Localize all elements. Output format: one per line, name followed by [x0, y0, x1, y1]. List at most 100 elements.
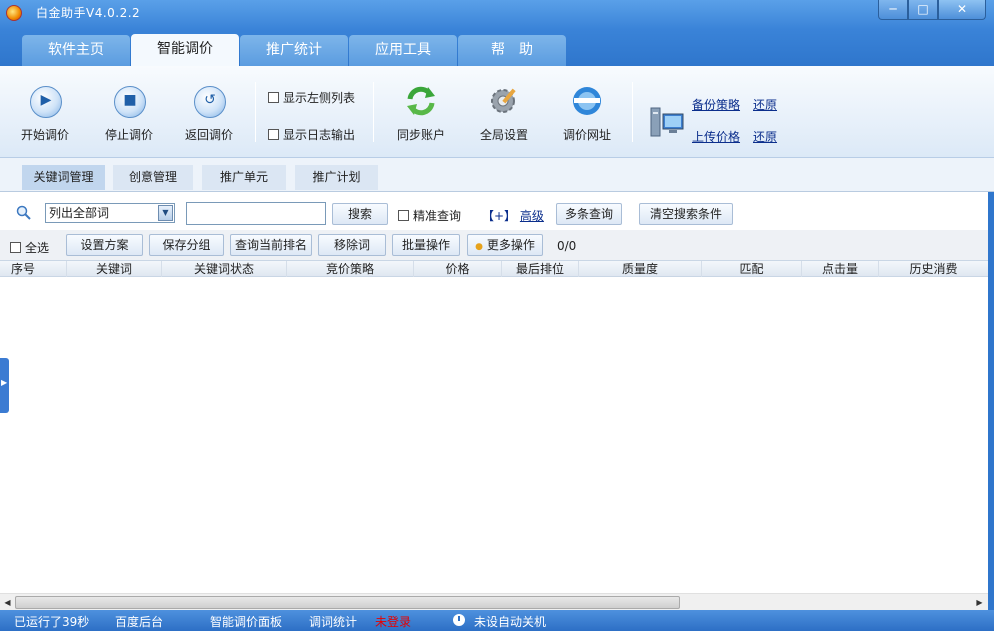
price-url-button[interactable]: 调价网址 [552, 66, 622, 156]
window-title: 白金助手V4.0.2.2 [36, 6, 141, 20]
subtab-promotion-unit[interactable]: 推广单元 [202, 165, 286, 190]
exact-query-checkbox[interactable]: 精准查询 [398, 207, 461, 224]
set-plan-button[interactable]: 设置方案 [66, 234, 143, 256]
tab-smart-pricing[interactable]: 智能调价 [131, 34, 239, 66]
computer-icon [650, 107, 684, 137]
word-stats-link[interactable]: 调词统计 [309, 613, 357, 630]
play-icon: ▶ [30, 86, 62, 118]
keyword-table-body[interactable] [0, 277, 988, 593]
global-settings-button[interactable]: 全局设置 [469, 66, 539, 156]
scroll-right-icon[interactable]: ▶ [972, 595, 987, 610]
column-header[interactable]: 价格 [414, 261, 502, 277]
subtab-promotion-plan[interactable]: 推广计划 [295, 165, 378, 190]
column-header[interactable]: 点击量 [802, 261, 879, 277]
login-status[interactable]: 未登录 [375, 613, 411, 630]
tab-software-home[interactable]: 软件主页 [22, 35, 130, 66]
smart-pricing-panel-link[interactable]: 智能调价面板 [210, 613, 282, 630]
backup-strategy-link[interactable]: 备份策略 [692, 96, 740, 113]
clock-icon [453, 614, 465, 626]
save-group-button[interactable]: 保存分组 [149, 234, 224, 256]
stop-pricing-label: 停止调价 [104, 128, 153, 142]
close-button[interactable]: ✕ [938, 0, 986, 20]
column-header[interactable]: 关键词 [67, 261, 162, 277]
more-operations-button[interactable]: ● 更多操作 [467, 234, 543, 256]
column-header[interactable]: 最后排位 [502, 261, 579, 277]
stop-icon: ■ [114, 86, 146, 118]
checkbox-box [268, 129, 279, 140]
column-header[interactable]: 历史消费 [879, 261, 988, 277]
running-time: 已运行了39秒 [14, 615, 90, 629]
multi-query-button[interactable]: 多条查询 [556, 203, 622, 225]
show-left-list-label: 显示左侧列表 [283, 91, 356, 105]
undo-icon: ↺ [194, 86, 226, 118]
toolbar: ▶ 开始调价 ■ 停止调价 ↺ 返回调价 显示左侧列表 显示日志输出 同步账户 … [0, 66, 994, 158]
exact-query-label: 精准查询 [413, 209, 462, 223]
column-header[interactable]: 关键词状态 [162, 261, 287, 277]
app-logo-icon [6, 5, 22, 21]
action-bar: 全选 设置方案 保存分组 查询当前排名 移除词 批量操作 ● 更多操作 0/0 [0, 230, 988, 260]
search-icon [16, 205, 31, 220]
expand-left-panel-handle[interactable]: ▶ [0, 358, 9, 413]
baidu-backend-link[interactable]: 百度后台 [115, 613, 163, 630]
star-icon: ● [475, 242, 483, 252]
chevron-right-icon: ▶ [1, 378, 8, 387]
clear-search-button[interactable]: 清空搜索条件 [639, 203, 733, 225]
advanced-link[interactable]: 【+】 高级 [482, 207, 544, 224]
show-log-checkbox[interactable]: 显示日志输出 [268, 126, 355, 142]
start-pricing-button[interactable]: ▶ 开始调价 [10, 66, 80, 156]
scroll-left-icon[interactable]: ◀ [0, 595, 15, 610]
gear-icon [491, 88, 516, 113]
tab-app-tools[interactable]: 应用工具 [349, 35, 457, 66]
minimize-button[interactable]: ─ [878, 0, 908, 20]
restore-link[interactable]: 还原 [753, 128, 777, 145]
column-header[interactable]: 质量度 [579, 261, 702, 277]
search-input[interactable] [186, 202, 326, 225]
maximize-button[interactable]: □ [908, 0, 938, 20]
column-header[interactable]: 竞价策略 [287, 261, 414, 277]
chevron-down-icon[interactable]: ▼ [158, 205, 173, 221]
select-all-checkbox[interactable]: 全选 [10, 239, 49, 256]
column-header[interactable]: 匹配 [702, 261, 802, 277]
toolbar-divider [373, 82, 374, 142]
auto-shutdown-status[interactable]: 未设自动关机 [474, 613, 546, 630]
upload-price-link[interactable]: 上传价格 [692, 128, 740, 145]
remove-word-button[interactable]: 移除词 [318, 234, 386, 256]
toolbar-divider [632, 82, 633, 142]
sync-account-button[interactable]: 同步账户 [386, 66, 456, 156]
checkbox-box [268, 92, 279, 103]
scrollbar-thumb[interactable] [15, 596, 680, 609]
checkbox-box [10, 242, 21, 253]
price-url-label: 调价网址 [562, 128, 611, 142]
start-pricing-label: 开始调价 [20, 128, 69, 142]
advanced-label: 高级 [519, 209, 544, 223]
toolbar-divider [255, 82, 256, 142]
tab-promotion-stats[interactable]: 推广统计 [240, 35, 348, 66]
query-rank-button[interactable]: 查询当前排名 [230, 234, 312, 256]
subtab-keyword-management[interactable]: 关键词管理 [22, 165, 105, 190]
return-pricing-label: 返回调价 [184, 128, 233, 142]
sync-icon [407, 86, 435, 116]
filter-selected-value: 列出全部词 [49, 206, 110, 220]
batch-operation-button[interactable]: 批量操作 [392, 234, 460, 256]
subtab-creative-management[interactable]: 创意管理 [113, 165, 193, 190]
show-log-label: 显示日志输出 [283, 128, 356, 142]
title-bar: 白金助手V4.0.2.2 ─ □ ✕ 软件主页 智能调价 推广统计 应用工具 帮… [0, 0, 994, 66]
horizontal-scrollbar[interactable]: ◀ ▶ [0, 593, 988, 610]
selection-count: 0/0 [557, 239, 577, 253]
global-settings-label: 全局设置 [479, 128, 528, 142]
advanced-prefix: 【+】 [482, 209, 517, 223]
keyword-filter-select[interactable]: 列出全部词 ▼ [45, 203, 175, 223]
return-pricing-button[interactable]: ↺ 返回调价 [174, 66, 244, 156]
search-bar: 列出全部词 ▼ 搜索 精准查询 【+】 高级 多条查询 清空搜索条件 [0, 198, 994, 228]
show-left-list-checkbox[interactable]: 显示左侧列表 [268, 89, 355, 105]
column-header[interactable]: 序号 [0, 261, 67, 277]
table-header: 序号 关键词 关键词状态 竞价策略 价格 最后排位 质量度 匹配 点击量 历史消… [0, 260, 988, 277]
browser-icon [573, 87, 601, 115]
checkbox-box [398, 210, 409, 221]
restore-link[interactable]: 还原 [753, 96, 777, 113]
sub-tab-bar: 关键词管理 创意管理 推广单元 推广计划 [0, 158, 994, 192]
search-button[interactable]: 搜索 [332, 203, 388, 225]
stop-pricing-button[interactable]: ■ 停止调价 [94, 66, 164, 156]
tab-help[interactable]: 帮 助 [458, 35, 566, 66]
select-all-label: 全选 [25, 241, 50, 255]
